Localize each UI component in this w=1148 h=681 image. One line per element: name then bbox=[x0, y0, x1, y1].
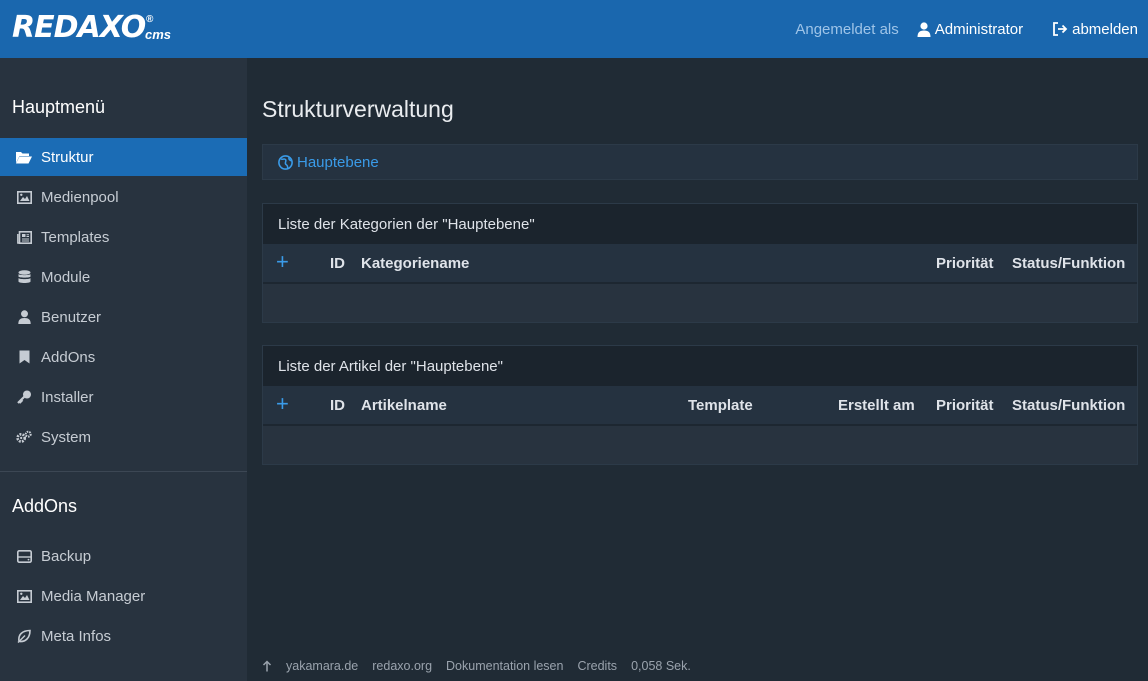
footer-link-yakamara[interactable]: yakamara.de bbox=[286, 659, 358, 673]
column-header-id: ID bbox=[330, 397, 345, 414]
sidebar-item-backup[interactable]: Backup bbox=[0, 537, 247, 575]
column-header-erstellt-am: Erstellt am bbox=[838, 397, 915, 414]
column-header-status: Status/Funktion bbox=[1012, 397, 1126, 414]
user-profile-link[interactable]: Administrator bbox=[917, 21, 1023, 38]
hdd-icon bbox=[16, 548, 32, 564]
sidebar-item-templates[interactable]: Templates bbox=[0, 218, 247, 256]
logout-link[interactable]: abmelden bbox=[1052, 21, 1138, 38]
user-icon bbox=[16, 309, 32, 325]
sidebar-item-system[interactable]: System bbox=[0, 418, 247, 456]
newspaper-icon bbox=[16, 229, 32, 245]
breadcrumb-link-hauptebene[interactable]: Hauptebene bbox=[297, 154, 379, 171]
sidebar-item-label: Benutzer bbox=[41, 308, 102, 326]
articles-panel-title: Liste der Artikel der "Hauptebene" bbox=[263, 346, 1137, 386]
image-icon bbox=[16, 588, 32, 604]
sidebar-item-label: Installer bbox=[41, 388, 94, 406]
categories-panel: Liste der Kategorien der "Hauptebene" + … bbox=[262, 203, 1138, 323]
categories-table-body bbox=[263, 284, 1137, 322]
categories-panel-title: Liste der Kategorien der "Hauptebene" bbox=[263, 204, 1137, 244]
sidebar-item-benutzer[interactable]: Benutzer bbox=[0, 298, 247, 336]
column-header-id: ID bbox=[330, 255, 345, 272]
add-article-button[interactable]: + bbox=[276, 391, 289, 417]
sidebar-item-label: Media Manager bbox=[41, 587, 146, 605]
sign-out-icon bbox=[1053, 22, 1068, 36]
categories-table-header: + ID Kategoriename Priorität Status/Funk… bbox=[263, 244, 1137, 284]
sidebar-item-label: Backup bbox=[41, 547, 92, 565]
main-content: Strukturverwaltung Hauptebene Liste der … bbox=[247, 58, 1148, 681]
sidebar-item-installer[interactable]: Installer bbox=[0, 378, 247, 416]
sidebar-item-label: Medienpool bbox=[41, 188, 119, 206]
footer-link-documentation[interactable]: Dokumentation lesen bbox=[446, 659, 563, 673]
sidebar-item-label: Meta Infos bbox=[41, 627, 112, 645]
column-header-prioritaet: Priorität bbox=[936, 255, 994, 272]
arrow-up-icon[interactable] bbox=[262, 660, 272, 672]
logo-text: REDAXO bbox=[12, 10, 146, 45]
sidebar-item-label: Module bbox=[41, 268, 91, 286]
sidebar-item-label: Struktur bbox=[41, 148, 94, 166]
footer: yakamara.de redaxo.org Dokumentation les… bbox=[262, 659, 705, 673]
logo-registered-mark: ® bbox=[146, 14, 154, 25]
user-name: Administrator bbox=[934, 20, 1024, 38]
database-icon bbox=[16, 269, 32, 285]
sidebar-item-medienpool[interactable]: Medienpool bbox=[0, 178, 247, 216]
sidebar: Hauptmenü Struktur Medienpool Templates … bbox=[0, 58, 247, 681]
bookmark-icon bbox=[16, 349, 32, 365]
folder-open-icon bbox=[16, 149, 32, 165]
footer-link-credits[interactable]: Credits bbox=[577, 659, 617, 673]
sidebar-item-label: System bbox=[41, 428, 92, 446]
main-menu-heading: Hauptmenü bbox=[12, 97, 106, 117]
leaf-icon bbox=[16, 628, 32, 644]
sidebar-item-label: AddOns bbox=[41, 348, 96, 366]
column-header-template: Template bbox=[688, 397, 753, 414]
sidebar-item-label: Templates bbox=[41, 228, 110, 246]
column-header-artikelname: Artikelname bbox=[361, 397, 447, 414]
sidebar-item-addons[interactable]: AddOns bbox=[0, 338, 247, 376]
column-header-status: Status/Funktion bbox=[1012, 255, 1126, 272]
logo-cms-text: cms bbox=[145, 27, 172, 42]
key-icon bbox=[16, 389, 32, 405]
page-title: Strukturverwaltung bbox=[262, 96, 454, 122]
globe-icon bbox=[278, 154, 293, 170]
column-header-prioritaet: Priorität bbox=[936, 397, 994, 414]
footer-link-redaxo[interactable]: redaxo.org bbox=[372, 659, 432, 673]
logout-label: abmelden bbox=[1072, 20, 1138, 38]
sidebar-item-struktur[interactable]: Struktur bbox=[0, 138, 247, 176]
top-bar: REDAXO ® cms Angemeldet als Administrato… bbox=[0, 0, 1148, 58]
sidebar-divider bbox=[0, 471, 247, 472]
sidebar-item-meta-infos[interactable]: Meta Infos bbox=[0, 617, 247, 655]
cogs-icon bbox=[16, 429, 32, 445]
sidebar-item-module[interactable]: Module bbox=[0, 258, 247, 296]
column-header-kategoriename: Kategoriename bbox=[361, 255, 470, 272]
image-icon bbox=[16, 189, 32, 205]
articles-table-body bbox=[263, 426, 1137, 464]
articles-panel: Liste der Artikel der "Hauptebene" + ID … bbox=[262, 345, 1138, 465]
user-icon bbox=[917, 21, 931, 37]
user-area: Angemeldet als Administrator abmelden bbox=[795, 0, 1138, 58]
breadcrumb: Hauptebene bbox=[262, 144, 1138, 180]
addons-heading: AddOns bbox=[12, 496, 78, 516]
logged-in-label: Angemeldet als bbox=[795, 20, 899, 38]
articles-table-header: + ID Artikelname Template Erstellt am Pr… bbox=[263, 386, 1137, 426]
sidebar-item-media-manager[interactable]: Media Manager bbox=[0, 577, 247, 615]
footer-render-time: 0,058 Sek. bbox=[631, 659, 691, 673]
add-category-button[interactable]: + bbox=[276, 249, 289, 275]
